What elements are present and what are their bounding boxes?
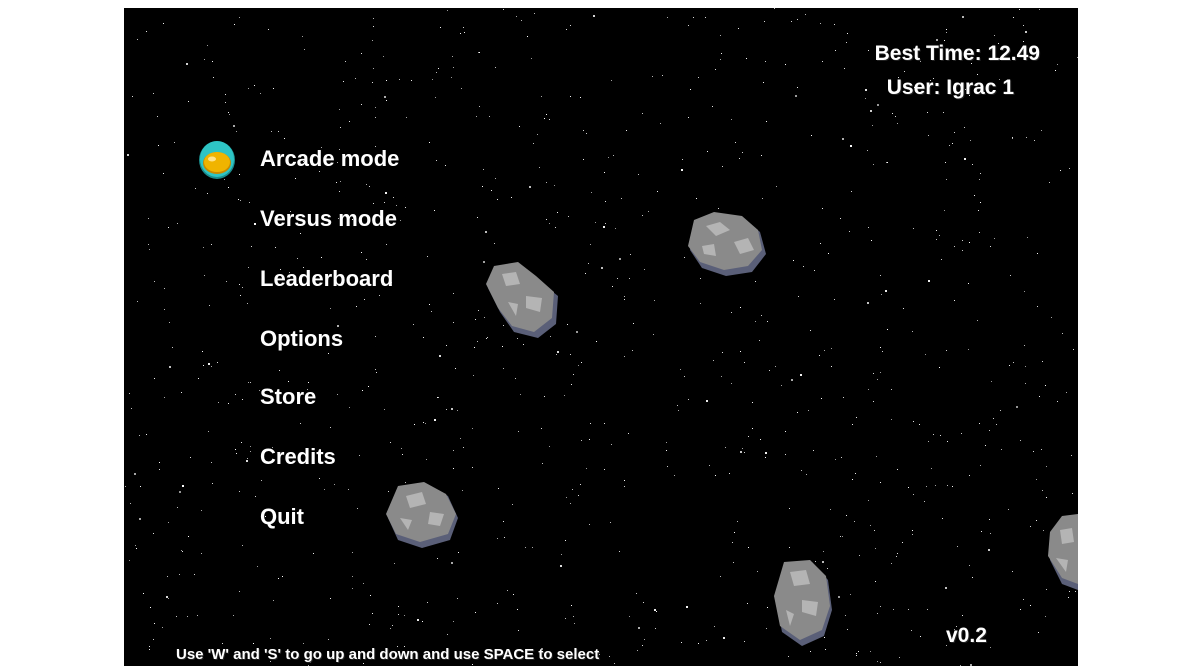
menu-item-quit[interactable]: Quit [260, 504, 304, 530]
menu-item-leaderboard[interactable]: Leaderboard [260, 266, 393, 292]
asteroid [486, 262, 558, 338]
menu-item-options[interactable]: Options [260, 326, 343, 352]
asteroid [774, 560, 832, 646]
asteroid [688, 212, 766, 276]
controls-hint: Use 'W' and 'S' to go up and down and us… [176, 646, 600, 663]
user-label: User: Igrac 1 [886, 76, 1014, 99]
helmet-icon [199, 141, 235, 179]
asteroid [1048, 514, 1078, 590]
version-label: v0.2 [946, 624, 987, 647]
game-screen: Best Time: 12.49 User: Igrac 1 v0.2 Arca… [124, 8, 1078, 666]
best-time-label: Best Time: 12.49 [874, 42, 1040, 65]
menu-item-store[interactable]: Store [260, 384, 316, 410]
menu-item-arcade-mode[interactable]: Arcade mode [260, 146, 399, 172]
menu-item-versus-mode[interactable]: Versus mode [260, 206, 397, 232]
asteroid [386, 482, 458, 548]
menu-item-credits[interactable]: Credits [260, 444, 336, 470]
